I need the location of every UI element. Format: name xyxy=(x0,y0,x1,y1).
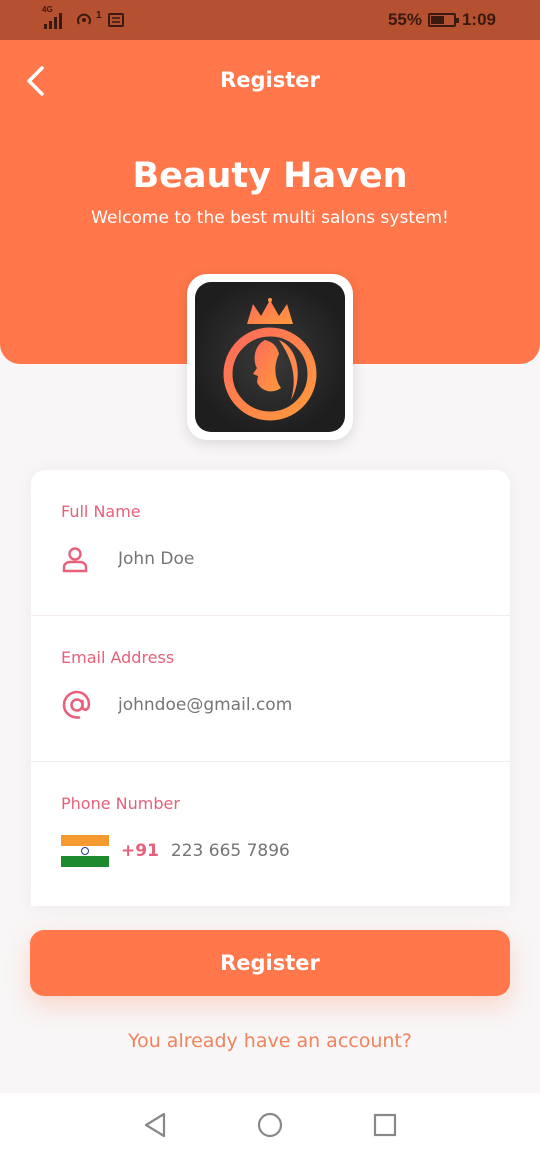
square-recents-icon xyxy=(373,1113,397,1137)
triangle-back-icon xyxy=(144,1112,166,1138)
page-title: Register xyxy=(220,68,320,92)
india-flag-icon[interactable] xyxy=(61,835,109,867)
phone-row: +91 xyxy=(61,834,490,868)
person-icon xyxy=(61,543,97,575)
country-code[interactable]: +91 xyxy=(121,841,159,861)
at-icon xyxy=(61,689,97,721)
register-button[interactable]: Register xyxy=(30,930,510,996)
email-row xyxy=(61,688,490,722)
full-name-input[interactable] xyxy=(118,549,418,569)
sim-index: 1 xyxy=(96,9,102,21)
cellular-signal-icon: 4G xyxy=(42,5,68,29)
brand-name: Beauty Haven xyxy=(132,156,408,196)
logo-image xyxy=(195,282,345,432)
login-link[interactable]: You already have an account? xyxy=(0,1030,540,1052)
full-name-field: Full Name xyxy=(31,470,510,616)
system-nav-bar xyxy=(0,1093,540,1156)
hotspot-icon xyxy=(77,13,91,25)
tagline: Welcome to the best multi salons system! xyxy=(91,208,449,228)
message-icon xyxy=(107,13,124,27)
battery-percent: 55% xyxy=(387,10,422,29)
nav-recents-button[interactable] xyxy=(371,1111,399,1139)
nav-home-button[interactable] xyxy=(256,1111,284,1139)
status-left: 4G 1 xyxy=(42,5,124,30)
battery-icon xyxy=(427,13,459,27)
full-name-row xyxy=(61,542,490,576)
network-type: 4G xyxy=(42,5,53,14)
phone-label: Phone Number xyxy=(61,794,180,813)
phone-field: Phone Number +91 xyxy=(31,762,510,908)
nav-back-button[interactable] xyxy=(141,1111,169,1139)
email-input[interactable] xyxy=(118,695,418,715)
email-label: Email Address xyxy=(61,648,175,667)
status-bar: 4G 1 55% 1:09 xyxy=(0,0,540,40)
clock: 1:09 xyxy=(461,10,496,29)
full-name-label: Full Name xyxy=(61,502,141,521)
register-form: Full Name Email Address Phone Number xyxy=(31,470,510,906)
email-field: Email Address xyxy=(31,616,510,762)
status-right: 55% 1:09 xyxy=(388,10,496,30)
phone-input[interactable] xyxy=(170,841,471,861)
app-logo xyxy=(187,274,353,440)
circle-home-icon xyxy=(257,1112,283,1138)
